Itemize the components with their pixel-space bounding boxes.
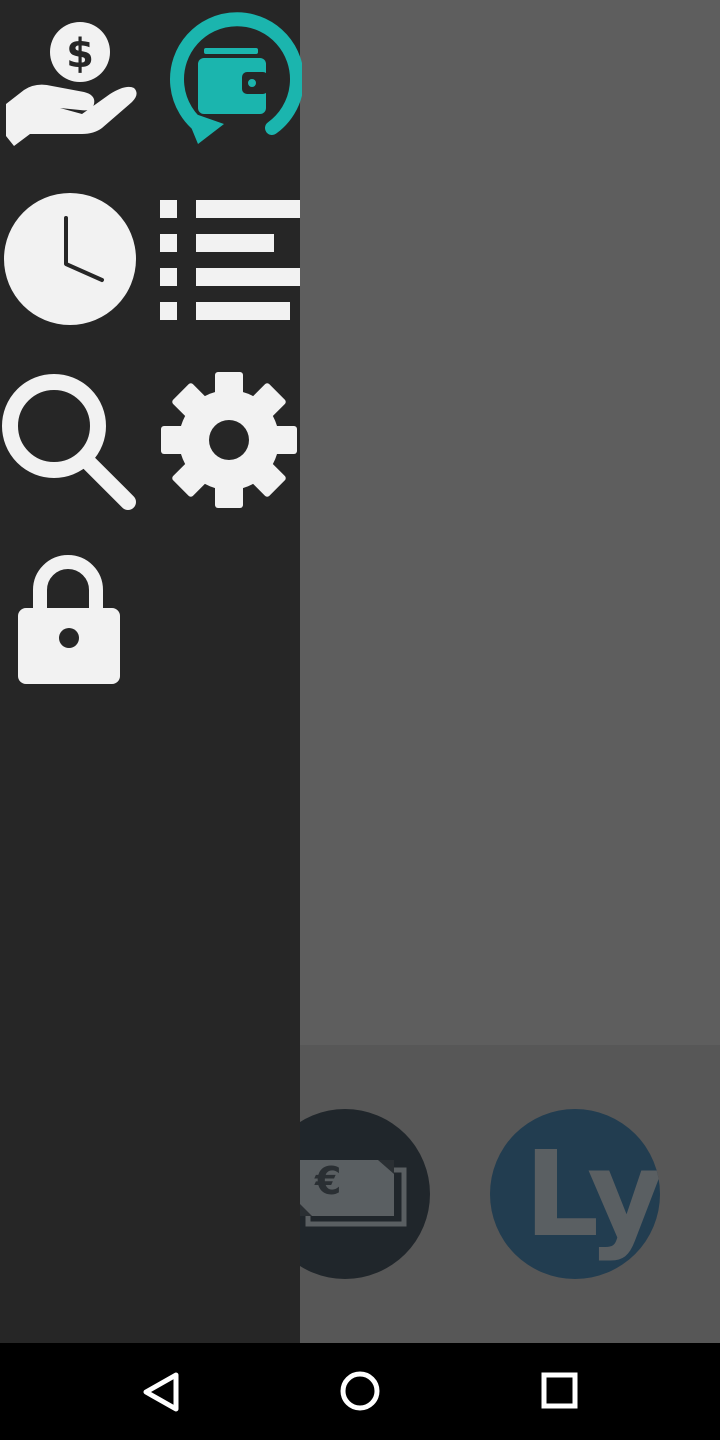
search-icon [2, 374, 136, 510]
svg-text:$: $ [66, 31, 94, 77]
ly-button[interactable]: Ly [490, 1109, 660, 1279]
drawer-item-list[interactable] [160, 192, 300, 332]
ly-label: Ly [524, 1125, 660, 1263]
back-triangle-icon [143, 1372, 179, 1412]
home-button[interactable] [330, 1361, 390, 1421]
home-circle-icon [340, 1371, 380, 1411]
cash-stack-icon [298, 1160, 407, 1227]
drawer-item-income[interactable]: $ [2, 12, 142, 152]
recents-button[interactable] [530, 1361, 590, 1421]
system-navigation-bar [0, 1343, 720, 1440]
app-screen: € Ly $ [0, 0, 720, 1440]
list-icon [160, 200, 300, 320]
lock-icon [18, 555, 120, 684]
drawer-item-search[interactable] [0, 370, 140, 510]
euro-symbol: € [315, 1159, 342, 1203]
drawer-item-history[interactable] [2, 192, 142, 332]
hand-dollar-icon: $ [6, 22, 137, 146]
wallet-refresh-icon [170, 12, 302, 144]
drawer-item-settings[interactable] [160, 370, 300, 510]
clock-icon [4, 193, 136, 325]
recents-square-icon [541, 1372, 578, 1409]
drawer-item-lock[interactable] [2, 550, 142, 690]
back-button[interactable] [130, 1361, 190, 1421]
gear-icon [161, 372, 297, 508]
navigation-drawer: $ [0, 0, 302, 1343]
drawer-item-transfer[interactable] [162, 12, 302, 152]
